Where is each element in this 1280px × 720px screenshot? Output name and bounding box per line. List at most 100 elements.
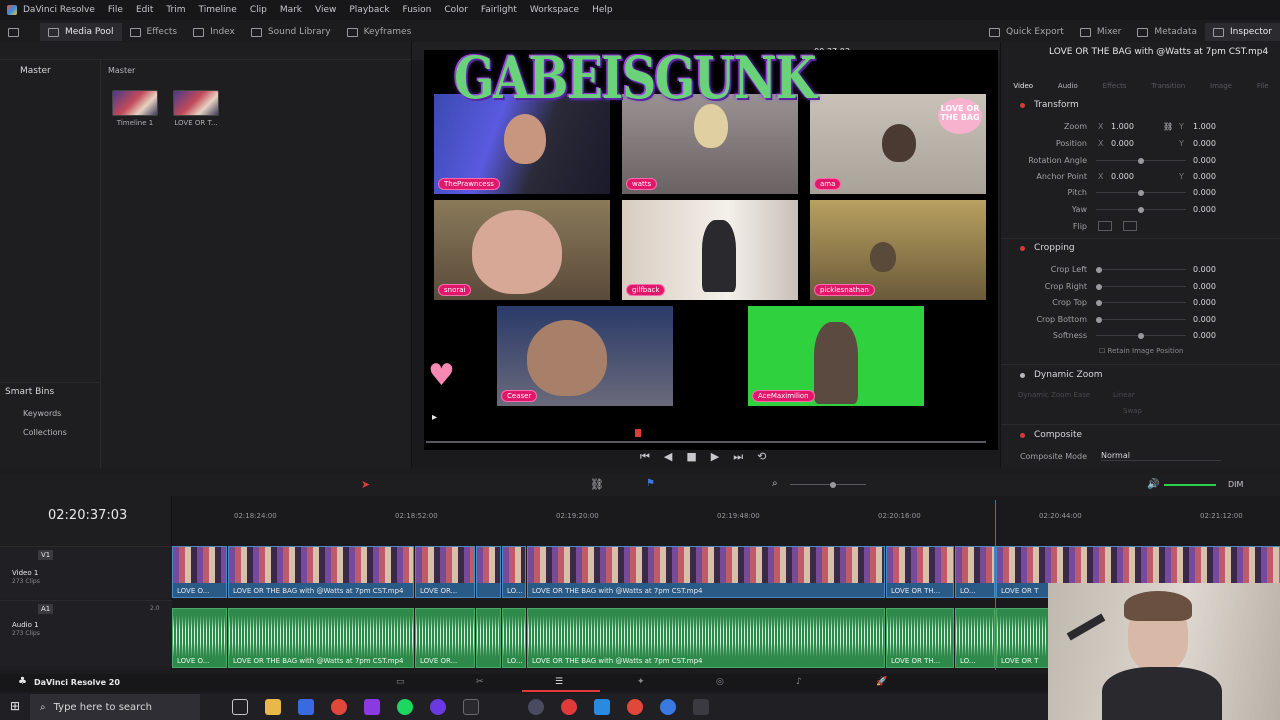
menu-view[interactable]: View <box>315 5 336 15</box>
yaw-slider[interactable] <box>1096 207 1186 213</box>
timeline-playhead[interactable] <box>995 500 996 670</box>
clip-thumbnail-video[interactable] <box>173 90 219 116</box>
menu-file[interactable]: File <box>108 5 123 15</box>
clip-thumbnail-timeline[interactable] <box>112 90 158 116</box>
crop-top-slider[interactable] <box>1096 300 1186 306</box>
tab-audio[interactable]: Audio <box>1058 66 1078 90</box>
tab-video[interactable]: Video <box>1013 66 1033 90</box>
rotation-field[interactable]: 0.000 <box>1193 156 1216 165</box>
audio-clip[interactable]: LOVE OR THE BAG with @Watts at 7pm CST.m… <box>527 608 885 668</box>
zoom-slider[interactable] <box>790 482 866 488</box>
pitch-slider[interactable] <box>1096 190 1186 196</box>
tab-effects[interactable]: Effects <box>1103 66 1127 90</box>
sound-library-button[interactable]: Sound Library <box>243 23 339 41</box>
zoom-y-field[interactable]: 1.000 <box>1193 122 1216 131</box>
play-icon[interactable]: ▶ <box>711 450 719 464</box>
dim-button[interactable]: DIM <box>1228 480 1243 489</box>
twitch-icon[interactable] <box>364 699 380 715</box>
media-pool-button[interactable]: Media Pool <box>40 23 122 41</box>
page-color-icon[interactable]: ◎ <box>716 677 724 687</box>
viewer-scrubber[interactable] <box>426 441 986 443</box>
timeline-ruler[interactable]: 02:18:24:00 02:18:52:00 02:19:20:00 02:1… <box>172 504 1280 534</box>
video-clip[interactable]: LOVE O... <box>172 546 227 598</box>
audio-clip[interactable] <box>476 608 501 668</box>
volume-slider[interactable] <box>1164 484 1216 486</box>
v1-badge[interactable]: V1 <box>38 550 54 560</box>
menu-fusion[interactable]: Fusion <box>403 5 432 15</box>
viewer-playhead[interactable] <box>635 429 641 437</box>
video-clip[interactable]: LO... <box>502 546 526 598</box>
jump-to-end-icon[interactable]: ⏭ <box>733 450 743 464</box>
crop-left-slider[interactable] <box>1096 267 1186 273</box>
speaker-icon[interactable]: 🔊 <box>1147 479 1159 490</box>
bin-master-label[interactable]: Master <box>20 66 51 76</box>
menu-color[interactable]: Color <box>444 5 468 15</box>
tab-image[interactable]: Image <box>1210 66 1232 90</box>
video-clip[interactable] <box>476 546 501 598</box>
inspector-button[interactable]: Inspector <box>1205 23 1280 41</box>
crop-top-field[interactable]: 0.000 <box>1193 298 1216 307</box>
keyframes-button[interactable]: Keyframes <box>339 23 420 41</box>
link-icon[interactable]: ⛓ <box>1163 122 1173 131</box>
effects-button[interactable]: Effects <box>122 23 186 41</box>
tab-transition[interactable]: Transition <box>1151 66 1185 90</box>
flip-horizontal-icon[interactable] <box>1098 221 1112 231</box>
obs-icon[interactable] <box>430 699 446 715</box>
index-button[interactable]: Index <box>185 23 243 41</box>
bin-collections[interactable]: Collections <box>23 428 100 437</box>
menu-playback[interactable]: Playback <box>349 5 389 15</box>
video-clip[interactable]: LO... <box>955 546 995 598</box>
page-fairlight-icon[interactable]: ♪ <box>796 677 802 687</box>
play-marker-icon[interactable]: ▸ <box>432 412 437 423</box>
rotation-slider[interactable] <box>1096 158 1186 164</box>
jump-to-start-icon[interactable]: ⏮ <box>640 450 650 464</box>
video-clip[interactable]: LOVE OR THE BAG with @Watts at 7pm CST.m… <box>228 546 414 598</box>
position-y-field[interactable]: 0.000 <box>1193 139 1216 148</box>
position-x-field[interactable]: 0.000 <box>1111 139 1134 148</box>
menu-mark[interactable]: Mark <box>280 5 302 15</box>
chrome-icon[interactable] <box>660 699 676 715</box>
menu-clip[interactable]: Clip <box>250 5 267 15</box>
link-clips-icon[interactable]: ⛓ <box>590 478 604 491</box>
pitch-field[interactable]: 0.000 <box>1193 188 1216 197</box>
audio-clip[interactable]: LOVE OR THE BAG with @Watts at 7pm CST.m… <box>228 608 414 668</box>
program-monitor[interactable]: ThePrawncess watts LOVE OR THE BAG ama s… <box>424 50 998 450</box>
file-explorer-icon[interactable] <box>265 699 281 715</box>
swap-button[interactable]: Swap <box>1123 407 1142 415</box>
tab-file[interactable]: File <box>1257 66 1269 90</box>
crop-right-slider[interactable] <box>1096 284 1186 290</box>
audio-clip[interactable]: LOVE OR... <box>415 608 475 668</box>
taskbar-search-box[interactable]: ⌕ Type here to search <box>30 694 200 720</box>
app-icon[interactable] <box>594 699 610 715</box>
transform-enable-icon[interactable] <box>1020 103 1025 108</box>
audio-clip[interactable]: LO... <box>955 608 995 668</box>
audio-clip[interactable]: LO... <box>502 608 526 668</box>
composite-mode-select[interactable]: Normal <box>1101 451 1221 461</box>
crop-right-field[interactable]: 0.000 <box>1193 282 1216 291</box>
outlook-icon[interactable] <box>298 699 314 715</box>
menu-timeline[interactable]: Timeline <box>199 5 237 15</box>
page-deliver-icon[interactable]: 🚀 <box>876 677 887 687</box>
audio-clip[interactable]: LOVE OR TH... <box>886 608 954 668</box>
zoom-x-field[interactable]: 1.000 <box>1111 122 1134 131</box>
page-media-icon[interactable]: ▭ <box>396 677 405 687</box>
anchor-x-field[interactable]: 0.000 <box>1111 172 1134 181</box>
spotify-icon[interactable] <box>397 699 413 715</box>
chrome-icon[interactable] <box>627 699 643 715</box>
audio-clip[interactable]: LOVE O... <box>172 608 227 668</box>
app-icon[interactable] <box>463 699 479 715</box>
yaw-field[interactable]: 0.000 <box>1193 205 1216 214</box>
menu-workspace[interactable]: Workspace <box>530 5 579 15</box>
page-fusion-icon[interactable]: ✦ <box>637 677 645 687</box>
mixer-button[interactable]: Mixer <box>1072 23 1130 41</box>
video-clip[interactable]: LOVE OR TH... <box>886 546 954 598</box>
cropping-section-title[interactable]: Cropping <box>1034 243 1075 253</box>
crop-left-field[interactable]: 0.000 <box>1193 265 1216 274</box>
anchor-y-field[interactable]: 0.000 <box>1193 172 1216 181</box>
bin-keywords[interactable]: Keywords <box>23 409 100 418</box>
crop-bottom-slider[interactable] <box>1096 317 1186 323</box>
app-icon[interactable] <box>693 699 709 715</box>
zoom-icon[interactable]: ⌕ <box>772 478 778 489</box>
cropping-enable-icon[interactable] <box>1020 246 1025 251</box>
panel-toggle-icon[interactable] <box>0 23 40 41</box>
